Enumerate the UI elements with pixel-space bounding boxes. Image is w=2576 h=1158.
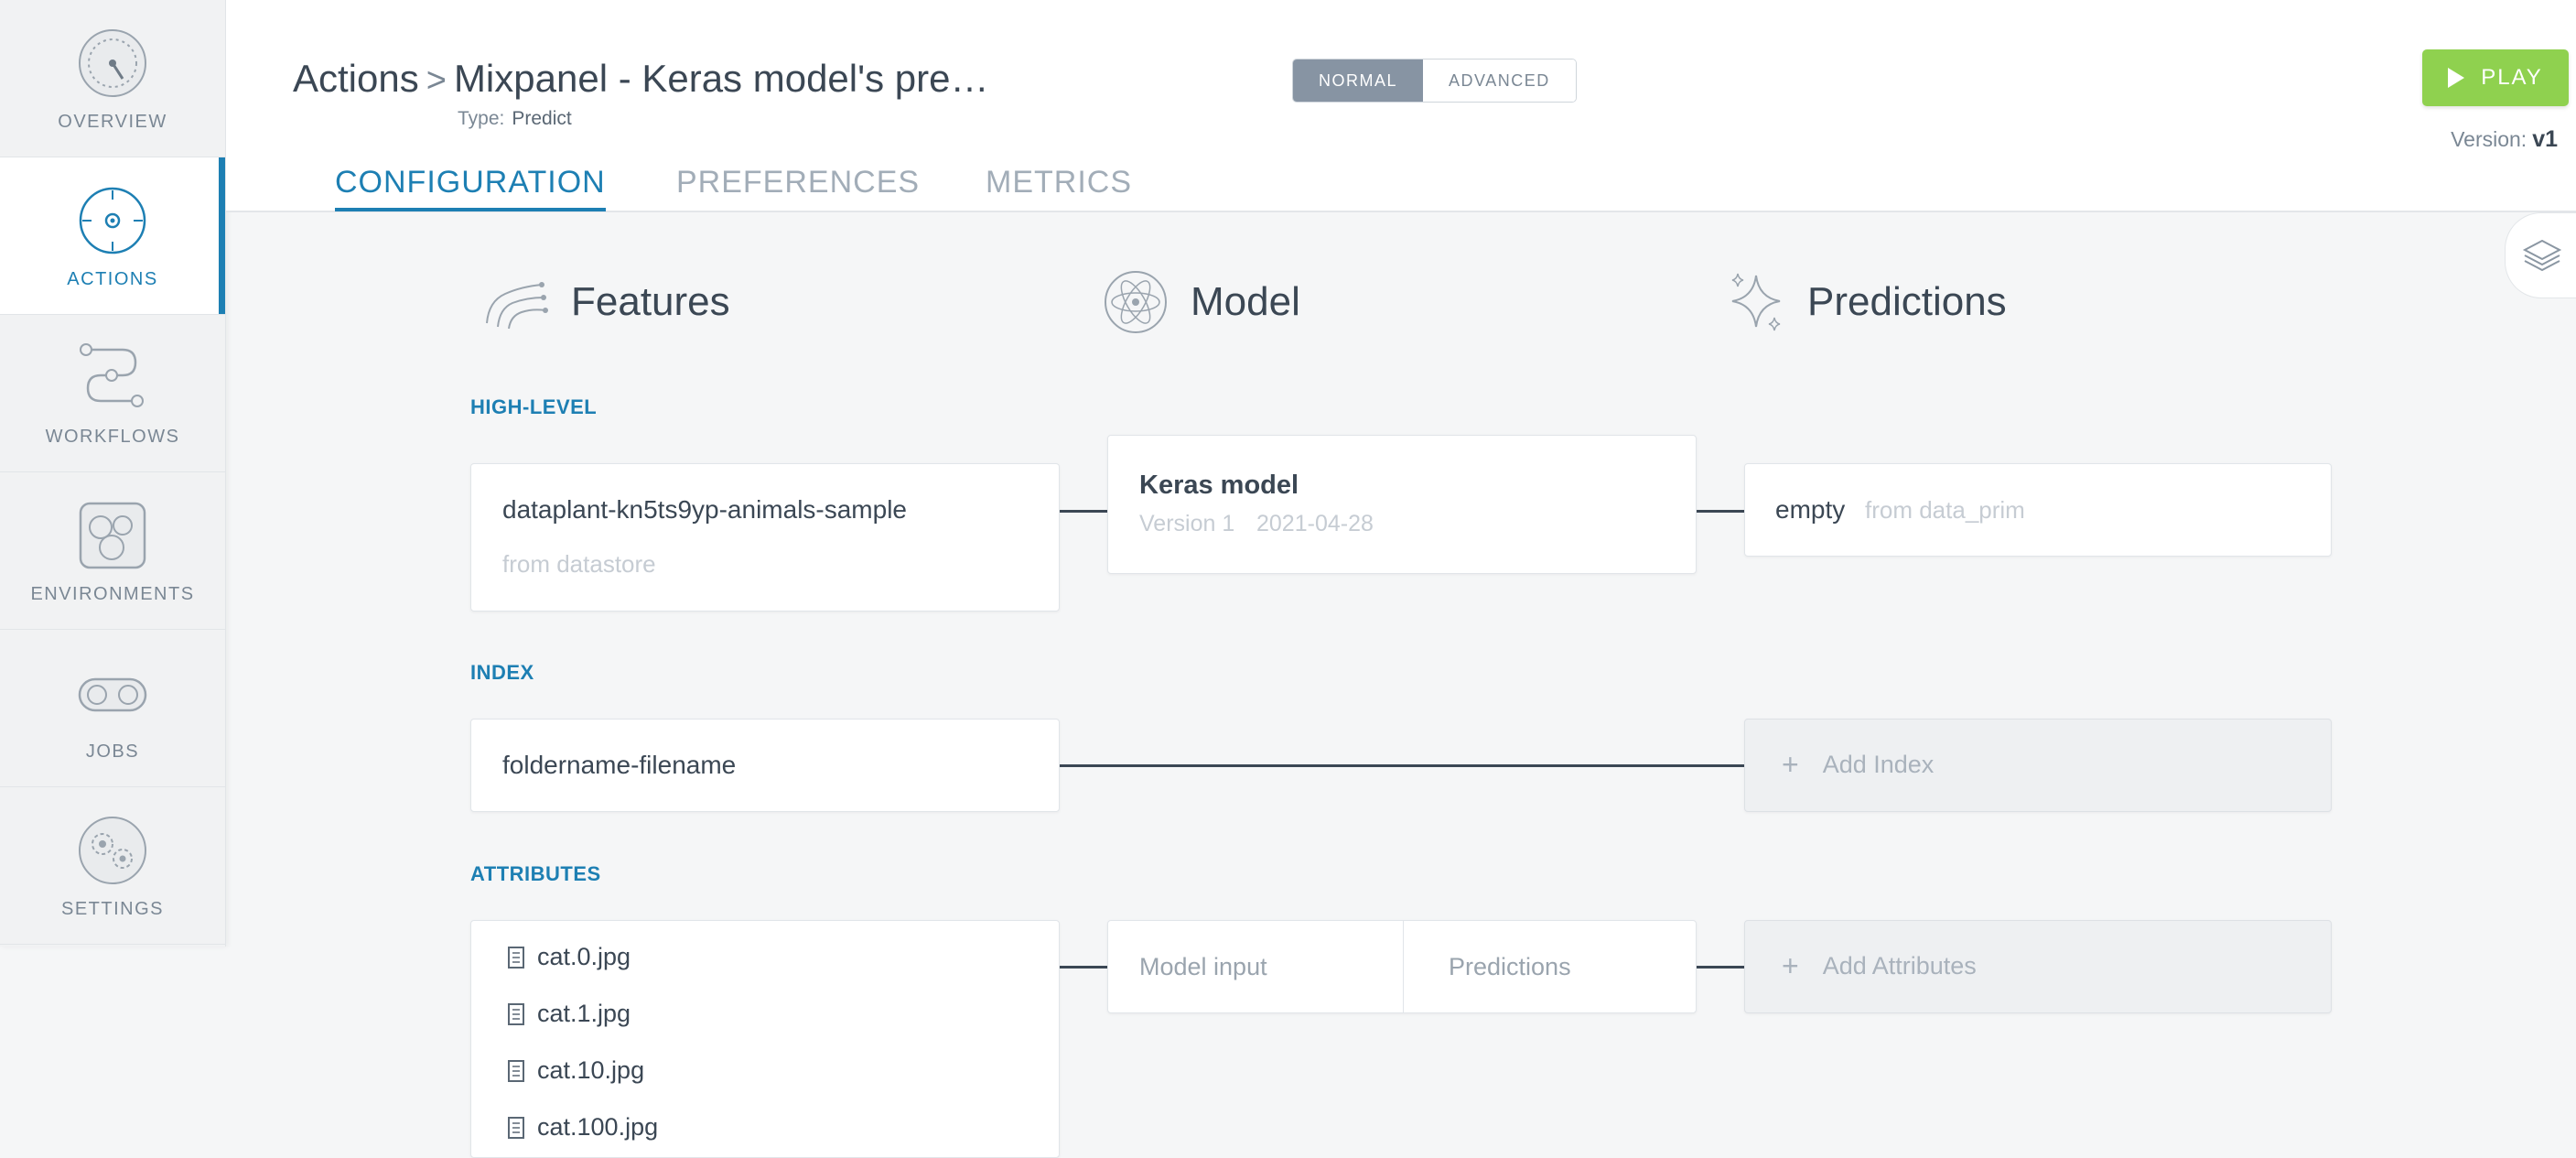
- mode-normal-button[interactable]: NORMAL: [1293, 60, 1424, 102]
- add-index-button[interactable]: + Add Index: [1744, 719, 2332, 812]
- add-index-label-wrap: + Add Index: [1782, 748, 1934, 782]
- feature-dataset-name: dataplant-kn5ts9yp-animals-sample: [502, 495, 907, 524]
- play-button[interactable]: PLAY: [2422, 49, 2569, 106]
- breadcrumb-root[interactable]: Actions: [293, 57, 419, 100]
- mode-toggle: NORMAL ADVANCED: [1292, 59, 1577, 103]
- section-label-attributes: ATTRIBUTES: [470, 862, 601, 885]
- features-icon: [486, 282, 548, 330]
- attributes-file-list[interactable]: cat.0.jpg cat.1.jpg cat.10.jpg cat.100.j…: [470, 920, 1060, 1158]
- play-button-label: PLAY: [2481, 65, 2543, 90]
- layers-panel-button[interactable]: [2505, 212, 2576, 298]
- version-info: Version: v1: [2451, 126, 2558, 153]
- add-attributes-label-wrap: + Add Attributes: [1782, 949, 1977, 983]
- version-label: Version:: [2451, 127, 2527, 151]
- sidebar-item-environments[interactable]: ENVIRONMENTS: [0, 472, 225, 630]
- prediction-dataset-source: from data_prim: [1865, 496, 2025, 524]
- tab-metrics[interactable]: METRICS: [986, 165, 1132, 200]
- model-name: Keras model: [1139, 471, 1299, 500]
- workflow-icon: [80, 343, 144, 407]
- action-type: Type: Predict: [458, 108, 572, 130]
- model-date: 2021-04-28: [1256, 511, 1374, 536]
- sidebar-item-overview[interactable]: OVERVIEW: [0, 0, 225, 157]
- file-icon: [508, 946, 524, 969]
- predictions-title: Predictions: [1807, 279, 2007, 324]
- sidebar-item-label: ACTIONS: [67, 269, 158, 289]
- sidebar-item-label: WORKFLOWS: [45, 427, 180, 447]
- add-attributes-button[interactable]: + Add Attributes: [1744, 920, 2332, 1013]
- gears-icon: [79, 817, 146, 884]
- list-item[interactable]: cat.100.jpg: [508, 1113, 658, 1142]
- model-card[interactable]: Keras model Version 1 2021-04-28: [1107, 435, 1697, 574]
- prediction-dataset-name: empty: [1775, 495, 1846, 524]
- sidebar-item-label: JOBS: [85, 741, 140, 762]
- feature-dataset-source: from datastore: [502, 550, 656, 578]
- tab-configuration[interactable]: CONFIGURATION: [335, 165, 606, 211]
- add-index-label: Add Index: [1822, 751, 1935, 778]
- index-feature-card[interactable]: foldername-filename: [470, 719, 1060, 812]
- target-icon: [79, 187, 146, 254]
- sidebar: OVERVIEW ACTIONS WORKFLOWS ENVIRONMENTS …: [0, 0, 226, 947]
- add-attributes-label: Add Attributes: [1822, 952, 1977, 979]
- breadcrumb-separator: >: [426, 61, 447, 100]
- file-icon: [508, 1002, 524, 1025]
- version-value: v1: [2532, 126, 2558, 152]
- connector-line: [1060, 966, 1107, 969]
- sidebar-item-label: OVERVIEW: [58, 112, 167, 132]
- file-icon: [508, 1059, 524, 1082]
- layers-icon: [2522, 239, 2562, 272]
- sidebar-item-settings[interactable]: SETTINGS: [0, 787, 225, 945]
- sidebar-item-workflows[interactable]: WORKFLOWS: [0, 315, 225, 472]
- feature-dataset-card[interactable]: dataplant-kn5ts9yp-animals-sample from d…: [470, 463, 1060, 611]
- page-title: Mixpanel - Keras model's pre…: [453, 57, 989, 100]
- io-divider: [1403, 921, 1404, 1012]
- section-label-index: INDEX: [470, 661, 534, 684]
- features-column-header: Features: [481, 265, 730, 339]
- list-item[interactable]: cat.10.jpg: [508, 1056, 644, 1085]
- breadcrumb: Actions > Mixpanel - Keras model's pre…: [293, 57, 989, 101]
- connector-line: [1697, 966, 1744, 969]
- sidebar-item-jobs[interactable]: JOBS: [0, 630, 225, 787]
- predictions-column-header: Predictions: [1727, 265, 2007, 339]
- model-input-label[interactable]: Model input: [1139, 953, 1267, 981]
- model-io-card: Model input Predictions: [1107, 920, 1697, 1013]
- tab-preferences[interactable]: PREFERENCES: [676, 165, 920, 200]
- model-title: Model: [1191, 279, 1300, 324]
- sidebar-item-actions[interactable]: ACTIONS: [0, 157, 225, 315]
- type-value: Predict: [512, 108, 572, 129]
- list-item[interactable]: cat.0.jpg: [508, 943, 631, 971]
- sidebar-item-label: ENVIRONMENTS: [30, 584, 195, 604]
- plus-icon: +: [1782, 748, 1799, 781]
- file-name: cat.100.jpg: [537, 1113, 659, 1141]
- play-icon: [2448, 68, 2465, 88]
- file-name: cat.1.jpg: [537, 1000, 631, 1027]
- file-name: cat.0.jpg: [537, 943, 631, 970]
- plus-icon: +: [1782, 949, 1799, 982]
- file-name: cat.10.jpg: [537, 1056, 645, 1084]
- jobs-icon: [78, 677, 147, 712]
- gauge-icon: [79, 29, 146, 97]
- model-output-label[interactable]: Predictions: [1449, 953, 1571, 981]
- connector-line: [1060, 510, 1107, 513]
- features-title: Features: [571, 279, 730, 324]
- section-label-high-level: HIGH-LEVEL: [470, 395, 598, 418]
- index-feature-name: foldername-filename: [502, 751, 737, 779]
- connector-line: [1060, 764, 1744, 767]
- page-header: Actions > Mixpanel - Keras model's pre… Ty…: [226, 0, 2576, 212]
- list-item[interactable]: cat.1.jpg: [508, 1000, 631, 1028]
- sparkles-icon: [1731, 273, 1781, 331]
- model-version: Version 1: [1139, 511, 1235, 536]
- connector-line: [1697, 510, 1744, 513]
- sidebar-item-label: SETTINGS: [60, 899, 164, 919]
- environment-icon: [79, 502, 146, 569]
- model-column-header: Model: [1103, 265, 1300, 339]
- mode-advanced-button[interactable]: ADVANCED: [1423, 60, 1576, 102]
- model-icon: [1105, 271, 1167, 333]
- file-icon: [508, 1116, 524, 1139]
- type-label: Type:: [458, 108, 505, 129]
- prediction-dataset-card[interactable]: empty from data_prim: [1744, 463, 2332, 557]
